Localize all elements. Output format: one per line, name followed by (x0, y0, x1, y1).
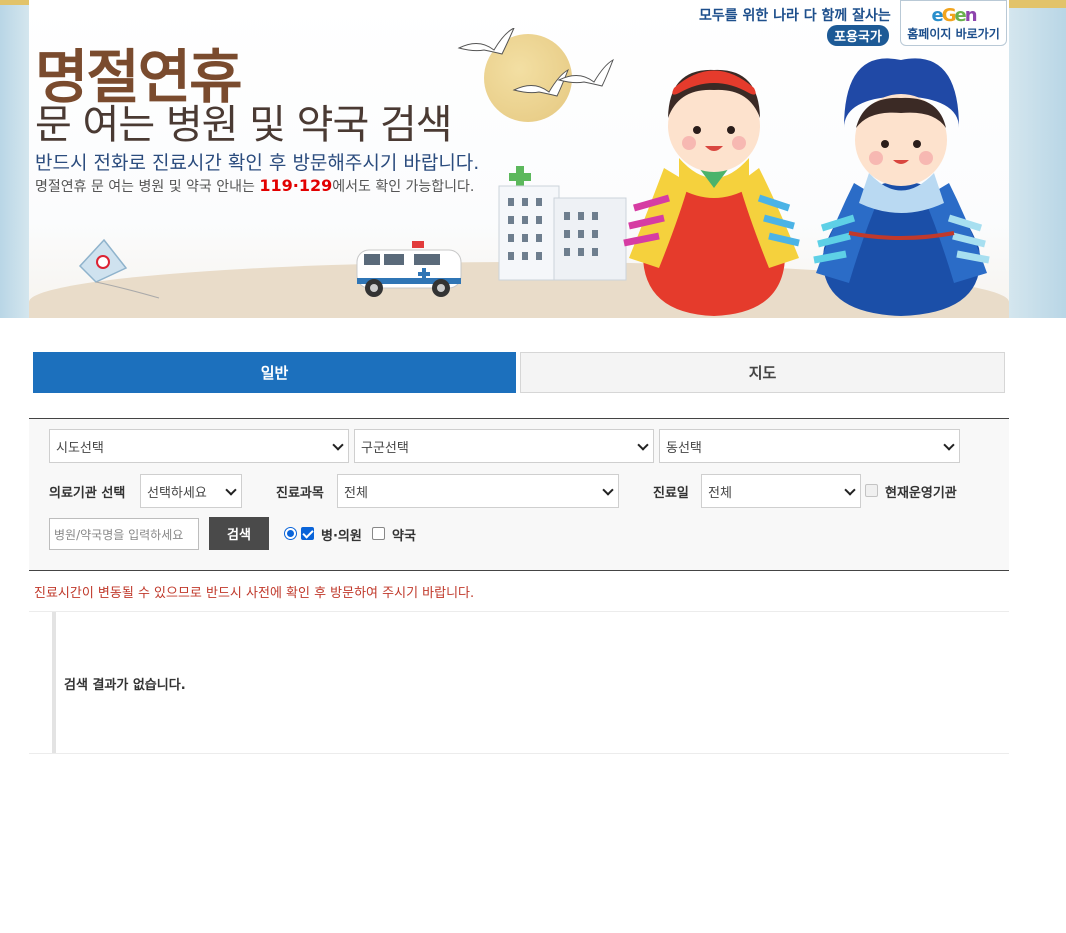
chevron-down-icon (225, 484, 237, 496)
view-tabs: 일반 지도 (33, 352, 1005, 393)
search-button[interactable]: 검색 (209, 517, 269, 550)
department-label: 진료과목 (276, 486, 324, 501)
ambulance-illustration (356, 241, 462, 297)
egen-logo-icon: eGen (931, 5, 977, 26)
cranes-illustration (457, 28, 614, 97)
hospital-label: 병·의원 (321, 529, 362, 544)
visit-warning: 진료시간이 변동될 수 있으므로 반드시 사전에 확인 후 방문하여 주시기 바… (34, 586, 475, 601)
banner-side-right (1009, 0, 1066, 318)
operating-now-checkbox[interactable] (865, 484, 878, 497)
institution-select[interactable]: 선택하세요 (140, 474, 242, 508)
girl-hanbok-illustration (623, 69, 800, 316)
institution-label: 의료기관 선택 (49, 486, 126, 501)
hospital-radio[interactable] (284, 527, 297, 540)
tab-general[interactable]: 일반 (33, 352, 516, 393)
chevron-down-icon (844, 484, 856, 496)
banner-subtitle: 문 여는 병원 및 약국 검색 (35, 102, 453, 148)
result-accent-bar (52, 612, 56, 753)
slogan-badge: 포용국가 (827, 25, 889, 46)
dong-select-value: 동선택 (666, 440, 702, 456)
tab-map[interactable]: 지도 (520, 352, 1005, 393)
pharmacy-checkbox[interactable] (372, 527, 385, 540)
chevron-down-icon (332, 439, 344, 451)
divider (29, 611, 1009, 612)
government-slogan: 모두를 위한 나라 다 함께 잘사는 (699, 8, 891, 24)
kite-illustration (78, 238, 160, 299)
sido-select-value: 시도선택 (56, 440, 104, 456)
day-select-value: 전체 (708, 485, 732, 501)
gugun-select[interactable]: 구군선택 (354, 429, 654, 463)
empty-results-message: 검색 결과가 없습니다. (64, 678, 186, 693)
hospital-checkbox[interactable] (301, 527, 314, 540)
operating-now-label: 현재운영기관 (885, 486, 957, 501)
dong-select[interactable]: 동선택 (659, 429, 960, 463)
sido-select[interactable]: 시도선택 (49, 429, 349, 463)
homepage-link-button[interactable]: eGen 홈페이지 바로가기 (900, 0, 1007, 46)
institution-select-value: 선택하세요 (147, 485, 207, 501)
department-select[interactable]: 전체 (337, 474, 619, 508)
banner-notice-secondary: 명절연휴 문 여는 병원 및 약국 안내는 119·129에서도 확인 가능합니… (35, 176, 474, 196)
notice-secondary-before: 명절연휴 문 여는 병원 및 약국 안내는 (35, 179, 260, 195)
day-select[interactable]: 전체 (701, 474, 861, 508)
search-panel: 시도선택 구군선택 동선택 의료기관 선택 선택하세요 진료과목 전체 진료일 … (29, 418, 1009, 571)
holiday-banner: 명절연휴 문 여는 병원 및 약국 검색 반드시 전화로 진료시간 확인 후 방… (29, 0, 1009, 318)
emergency-numbers: 119·129 (259, 176, 333, 195)
pharmacy-label: 약국 (392, 529, 416, 544)
banner-notice-primary: 반드시 전화로 진료시간 확인 후 방문해주시기 바랍니다. (35, 152, 480, 174)
homepage-link-label: 홈페이지 바로가기 (907, 27, 1000, 41)
department-select-value: 전체 (344, 485, 368, 501)
banner-background: 명절연휴 문 여는 병원 및 약국 검색 반드시 전화로 진료시간 확인 후 방… (0, 0, 1066, 318)
notice-secondary-after: 에서도 확인 가능합니다. (332, 179, 475, 195)
boy-hanbok-illustration (813, 58, 990, 316)
banner-side-left (0, 0, 29, 318)
chevron-down-icon (943, 439, 955, 451)
divider (29, 753, 1009, 754)
day-label: 진료일 (653, 486, 689, 501)
chevron-down-icon (637, 439, 649, 451)
chevron-down-icon (602, 484, 614, 496)
gugun-select-value: 구군선택 (361, 440, 409, 456)
search-input[interactable]: 병원/약국명을 입력하세요 (49, 518, 199, 550)
